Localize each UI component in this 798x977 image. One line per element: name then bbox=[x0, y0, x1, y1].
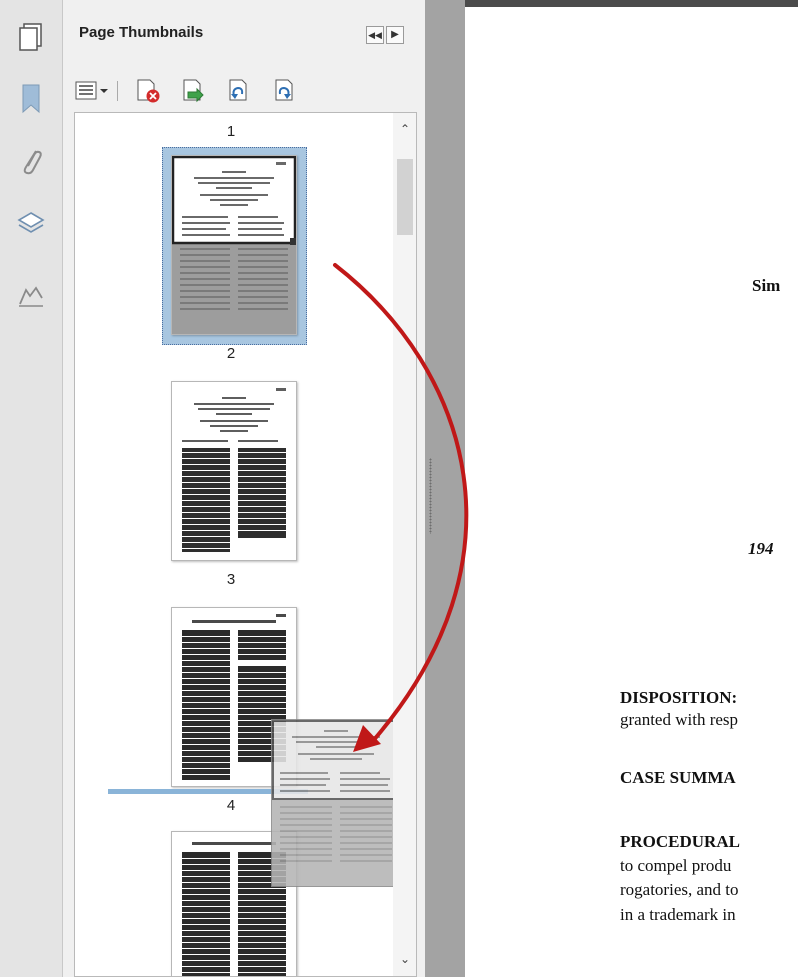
doc-line: CASE SUMMA bbox=[620, 768, 736, 787]
doc-line: rogatories, and to bbox=[620, 880, 739, 899]
scroll-down-button[interactable]: ⌄ bbox=[393, 949, 416, 969]
document-view[interactable]: Sim 194 DISPOSITION: granted with resp C… bbox=[465, 0, 798, 977]
options-menu-button[interactable] bbox=[75, 78, 109, 104]
doc-line: DISPOSITION: bbox=[620, 688, 738, 707]
page-number-label: 2 bbox=[226, 345, 236, 362]
page-thumbnail-2[interactable] bbox=[171, 381, 297, 561]
toolbar-divider bbox=[117, 81, 118, 101]
navigation-rail bbox=[0, 0, 63, 977]
panel-header: Page Thumbnails ◀◀ ▶ bbox=[63, 0, 425, 68]
collapse-panel-button[interactable]: ◀◀ bbox=[366, 26, 384, 44]
undo-button[interactable] bbox=[225, 78, 253, 104]
double-chevron-left-icon: ◀◀ bbox=[368, 29, 382, 40]
page-thumbnail-1[interactable] bbox=[171, 155, 297, 335]
paperclip-icon[interactable] bbox=[10, 140, 52, 182]
insert-pages-icon bbox=[183, 79, 204, 103]
panel-splitter[interactable] bbox=[425, 0, 465, 977]
doc-line: PROCEDURAL bbox=[620, 832, 740, 851]
triangle-right-icon: ▶ bbox=[391, 29, 399, 40]
thumbnail-toolbar bbox=[63, 70, 425, 112]
scroll-up-button[interactable]: ⌃ bbox=[393, 119, 416, 139]
page-thumbnails-panel: Page Thumbnails ◀◀ ▶ 1 2 3 4 ⌃ ⌄ bbox=[63, 0, 425, 977]
thumbnail-scrollbar[interactable]: ⌃ ⌄ bbox=[393, 113, 416, 976]
delete-pages-button[interactable] bbox=[135, 78, 163, 104]
chevron-down-icon: ⌄ bbox=[399, 952, 411, 966]
document-top-edge bbox=[465, 0, 798, 7]
undo-icon bbox=[229, 79, 247, 101]
redo-button[interactable] bbox=[271, 78, 299, 104]
chevron-up-icon: ⌃ bbox=[399, 122, 411, 136]
pdf-viewer-window: Page Thumbnails ◀◀ ▶ 1 2 3 4 ⌃ ⌄ Sim 194… bbox=[0, 0, 798, 977]
doc-line: granted with resp bbox=[620, 710, 739, 729]
insert-pages-button[interactable] bbox=[181, 78, 209, 104]
pages-icon[interactable] bbox=[10, 16, 52, 58]
page-number-label: 4 bbox=[226, 797, 236, 814]
doc-line: 194 bbox=[748, 539, 774, 558]
doc-line: Sim bbox=[752, 276, 781, 295]
splitter-grip[interactable] bbox=[429, 458, 432, 534]
doc-line: to compel produ bbox=[620, 856, 732, 875]
expand-panel-button[interactable]: ▶ bbox=[386, 26, 404, 44]
bookmark-icon[interactable] bbox=[10, 78, 52, 120]
scrollbar-thumb[interactable] bbox=[397, 159, 413, 235]
page-number-label: 1 bbox=[226, 123, 236, 140]
panel-title: Page Thumbnails bbox=[79, 24, 204, 41]
page-number-label: 3 bbox=[226, 571, 236, 588]
delete-pages-icon bbox=[137, 79, 160, 103]
options-menu-icon bbox=[75, 81, 108, 100]
doc-line: in a trademark in bbox=[620, 905, 736, 924]
dragged-page-ghost bbox=[271, 719, 401, 887]
signature-icon[interactable] bbox=[10, 276, 52, 318]
redo-icon bbox=[275, 79, 293, 101]
layers-icon[interactable] bbox=[10, 202, 52, 244]
thumbnail-list[interactable]: 1 2 3 4 ⌃ ⌄ bbox=[74, 112, 417, 977]
